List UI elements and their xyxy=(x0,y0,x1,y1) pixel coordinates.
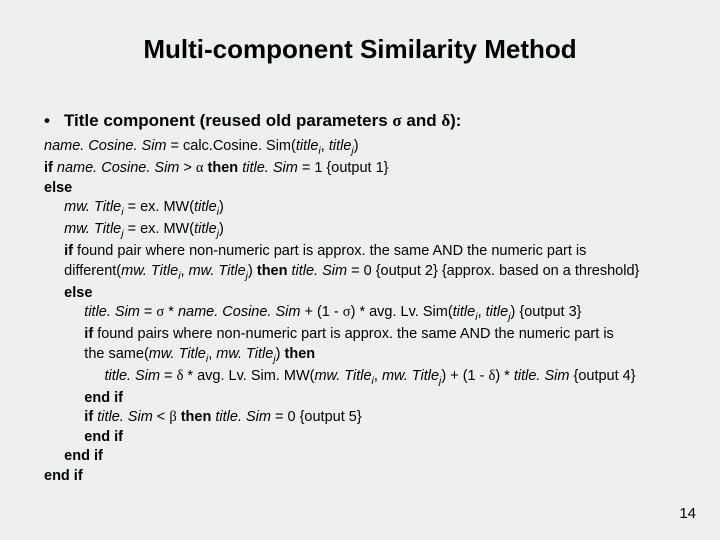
bullet-text-mid: and xyxy=(402,111,442,130)
page-number: 14 xyxy=(679,505,696,522)
code-line: the same(mw. Titlei, mw. Titlej) then xyxy=(44,345,720,367)
code-line: else xyxy=(44,284,720,304)
code-line: title. Sim = δ * avg. Lv. Sim. MW(mw. Ti… xyxy=(44,367,720,389)
bullet-text-prefix: Title component (reused old parameters xyxy=(64,111,392,130)
code-line: name. Cosine. Sim = calc.Cosine. Sim(tit… xyxy=(44,137,720,159)
bullet-text-suffix: ): xyxy=(450,111,461,130)
code-line: else xyxy=(44,179,720,199)
slide-title: Multi-component Similarity Method xyxy=(0,0,720,65)
code-line: different(mw. Titlei, mw. Titlej) then t… xyxy=(44,262,720,284)
code-line: if name. Cosine. Sim > α then title. Sim… xyxy=(44,159,720,179)
bullet-dot: • xyxy=(44,111,50,130)
pseudocode-block: name. Cosine. Sim = calc.Cosine. Sim(tit… xyxy=(44,137,720,486)
code-line: end if xyxy=(44,389,720,409)
code-line: if found pair where non-numeric part is … xyxy=(44,242,720,262)
sigma-symbol: σ xyxy=(392,111,401,130)
bullet-line: •Title component (reused old parameters … xyxy=(44,111,720,131)
code-line: mw. Titlei = ex. MW(titlei) xyxy=(44,198,720,220)
code-line: end if xyxy=(44,428,720,448)
code-line: mw. Titlej = ex. MW(titlej) xyxy=(44,220,720,242)
code-line: end if xyxy=(44,447,720,467)
code-line: if found pairs where non-numeric part is… xyxy=(44,325,720,345)
code-line: title. Sim = σ * name. Cosine. Sim + (1 … xyxy=(44,303,720,325)
code-line: end if xyxy=(44,467,720,487)
delta-symbol: δ xyxy=(441,111,450,130)
slide: Multi-component Similarity Method • Title… xyxy=(0,0,720,540)
code-line: if title. Sim < β then title. Sim = 0 {o… xyxy=(44,408,720,428)
